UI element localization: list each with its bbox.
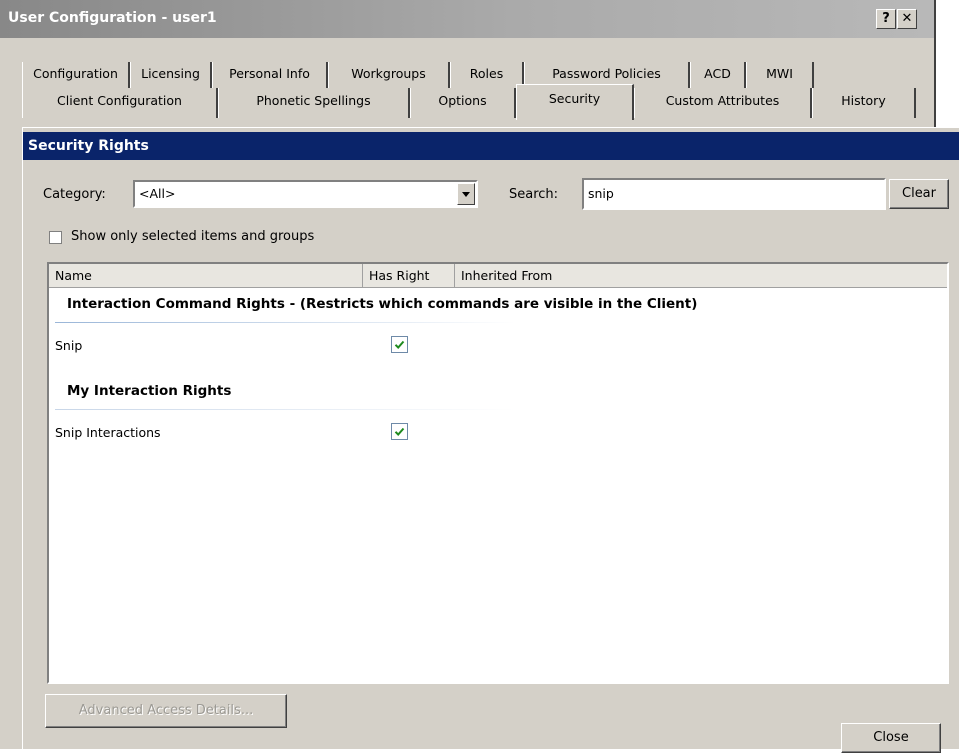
tab-history[interactable]: History: [812, 88, 916, 118]
tab-custom-attributes[interactable]: Custom Attributes: [634, 88, 812, 118]
chevron-down-icon[interactable]: [457, 183, 475, 205]
search-value: snip: [588, 186, 614, 201]
title-bar[interactable]: User Configuration - user1 ? ✕: [0, 0, 934, 38]
has-right-checkbox[interactable]: [391, 423, 408, 440]
column-header-has-right[interactable]: Has Right: [363, 264, 455, 288]
window-title: User Configuration - user1: [8, 10, 217, 26]
show-selected-checkbox[interactable]: [49, 231, 62, 244]
close-icon[interactable]: ✕: [897, 9, 917, 29]
category-dropdown[interactable]: <All>: [133, 180, 478, 208]
tab-acd[interactable]: ACD: [690, 62, 746, 90]
clear-button[interactable]: Clear: [889, 179, 949, 209]
checkmark-icon: [394, 340, 405, 349]
security-panel: Security Rights Category: <All> Search: …: [22, 127, 959, 753]
tab-licensing[interactable]: Licensing: [130, 62, 212, 90]
section-header: Security Rights: [23, 132, 959, 160]
tab-client-configuration[interactable]: Client Configuration: [22, 88, 218, 118]
has-right-checkbox[interactable]: [391, 336, 408, 353]
search-label: Search:: [509, 187, 559, 202]
show-selected-label: Show only selected items and groups: [71, 229, 315, 244]
tab-configuration[interactable]: Configuration: [22, 62, 130, 90]
rights-table[interactable]: Name Has Right Inherited From Interactio…: [47, 262, 949, 684]
category-value: <All>: [139, 186, 176, 201]
category-label: Category:: [43, 187, 106, 202]
tab-mwi[interactable]: MWI: [746, 62, 814, 90]
tab-phonetic-spellings[interactable]: Phonetic Spellings: [218, 88, 410, 118]
tab-workgroups[interactable]: Workgroups: [328, 62, 450, 90]
background-strip: [936, 0, 959, 127]
tab-security[interactable]: Security: [516, 84, 634, 120]
help-icon[interactable]: ?: [876, 9, 896, 29]
group-title: Interaction Command Rights - (Restricts …: [67, 296, 698, 312]
tab-options[interactable]: Options: [410, 88, 516, 118]
search-input[interactable]: snip: [582, 178, 886, 210]
group-divider: [55, 409, 515, 410]
checkmark-icon: [394, 427, 405, 436]
column-header-name[interactable]: Name: [49, 264, 363, 288]
row-name: Snip Interactions: [55, 425, 161, 440]
group-divider: [55, 322, 515, 323]
tab-personal-info[interactable]: Personal Info: [212, 62, 328, 90]
group-title: My Interaction Rights: [67, 383, 232, 399]
column-header-inherited-from[interactable]: Inherited From: [455, 264, 947, 288]
tab-roles[interactable]: Roles: [450, 62, 524, 90]
advanced-access-details-button[interactable]: Advanced Access Details...: [45, 694, 287, 728]
row-name: Snip: [55, 338, 83, 353]
